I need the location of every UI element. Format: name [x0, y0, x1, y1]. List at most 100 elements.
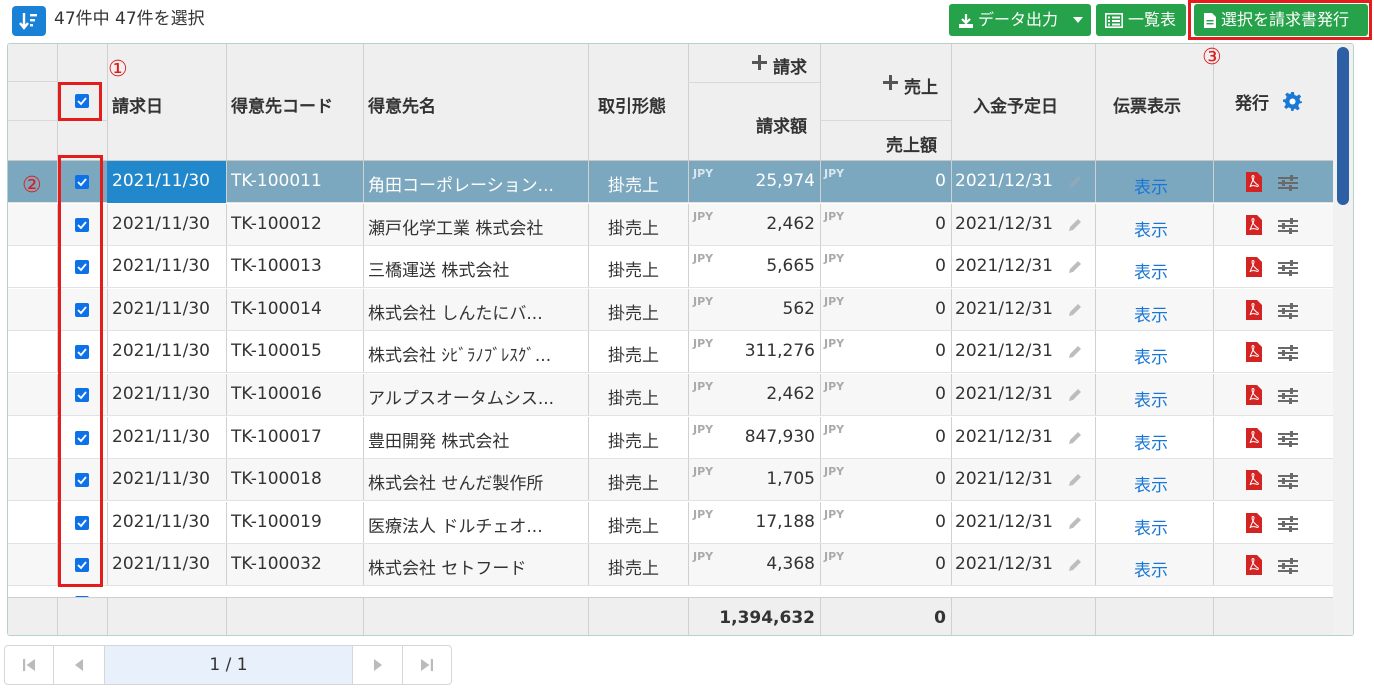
cell-customer-name: 株式会社 せんだ製作所 [368, 474, 544, 495]
show-slip-link[interactable]: 表示 [1134, 429, 1168, 454]
table-row[interactable]: 2021/11/30 TK-100012 瀬戸化学工業 株式会社 掛売上 JPY 2,46… [8, 203, 1333, 246]
table-row[interactable]: 2021/11/30 TK-100013 三橋運送 株式会社 掛売上 JPY 5,665 J… [8, 246, 1333, 289]
last-page-button[interactable] [403, 646, 451, 684]
check-icon [77, 476, 87, 485]
row-checkbox[interactable] [75, 175, 89, 189]
show-slip-link[interactable]: 表示 [1134, 556, 1168, 581]
options-button[interactable] [1278, 175, 1298, 195]
billing-expand-toggle[interactable] [752, 55, 767, 74]
table-row[interactable]: 2021/11/30 TK-100017 豊田開発 株式会社 掛売上 JPY 847,93… [8, 416, 1333, 459]
edit-due-date-button[interactable] [1067, 259, 1083, 279]
table-row[interactable]: 2021/11/30 TK-100019 医療法人 ドルチェオ... 掛売上 JPY 17… [8, 501, 1333, 544]
table-row[interactable]: 2021/11/30 TK-100014 株式会社 しんたにバ... 掛売上 JPY 56… [8, 288, 1333, 331]
table-row[interactable]: 2021/11/30 TK-100016 アルプスオータムシス... 掛売上 JPY 2,… [8, 374, 1333, 416]
pdf-button[interactable] [1246, 512, 1262, 537]
edit-due-date-button[interactable] [1067, 387, 1083, 407]
cell-sales-amount: 0 [935, 426, 946, 447]
table-row[interactable]: 2021/11/30 TK-100032 株式会社 セトフード 掛売上 JPY 4,368… [8, 544, 1333, 587]
export-button[interactable]: データ出力 [949, 4, 1091, 36]
pdf-icon [1246, 299, 1262, 320]
pdf-button[interactable] [1246, 299, 1262, 324]
row-checkbox[interactable] [75, 217, 89, 232]
cell-customer-code: TK-100032 [231, 554, 322, 575]
pdf-button[interactable] [1246, 342, 1262, 366]
cell-date: 2021/11/30 [112, 469, 210, 490]
check-icon [77, 178, 87, 187]
pdf-button[interactable] [1246, 257, 1262, 281]
header-transaction-type[interactable]: 取引形態 [598, 92, 666, 117]
cell-due-date: 2021/12/31 [955, 298, 1053, 319]
row-checkbox[interactable] [75, 345, 89, 360]
pdf-button[interactable] [1246, 172, 1262, 196]
table-row[interactable]: 2021/11/30 TK-100015 株式会社 ｼﾋﾞﾗﾉﾌﾞﾚｽｸﾞ... 掛売… [8, 331, 1333, 374]
first-page-button[interactable] [5, 646, 54, 684]
edit-due-date-button[interactable] [1067, 430, 1083, 450]
edit-due-date-button[interactable] [1067, 557, 1083, 577]
sales-expand-toggle[interactable] [883, 75, 898, 94]
pdf-icon [1246, 342, 1262, 363]
show-slip-link[interactable]: 表示 [1134, 343, 1168, 368]
edit-due-date-button[interactable] [1067, 217, 1083, 237]
cell-customer-name: 医療法人 ドルチェオ... [368, 516, 543, 537]
pdf-button[interactable] [1246, 385, 1262, 409]
cell-transaction-type: 掛売上 [608, 176, 659, 196]
header-customer-name[interactable]: 得意先名 [368, 92, 436, 117]
show-slip-link[interactable]: 表示 [1134, 216, 1168, 241]
row-checkbox[interactable] [75, 515, 89, 530]
header-sales-amount[interactable]: 売上額 [886, 131, 937, 156]
pdf-button[interactable] [1246, 214, 1262, 239]
options-button[interactable] [1278, 473, 1298, 493]
prev-page-button[interactable] [54, 646, 105, 684]
options-button[interactable] [1278, 558, 1298, 578]
edit-due-date-button[interactable] [1067, 344, 1083, 364]
issue-invoice-button[interactable]: 選択を請求書発行 [1194, 4, 1368, 36]
options-button[interactable] [1278, 430, 1298, 451]
show-slip-link[interactable]: 表示 [1134, 173, 1168, 198]
options-button[interactable] [1278, 388, 1298, 408]
pdf-button[interactable] [1246, 470, 1262, 494]
cell-date: 2021/11/30 [112, 298, 210, 319]
show-slip-link[interactable]: 表示 [1134, 258, 1168, 283]
show-slip-link[interactable]: 表示 [1134, 514, 1168, 539]
table-row[interactable]: 2021/11/30 TK-100018 株式会社 せんだ製作所 掛売上 JPY 1,70… [8, 459, 1333, 502]
row-checkbox[interactable] [75, 388, 89, 402]
options-button[interactable] [1278, 217, 1298, 238]
issue-settings-button[interactable] [1283, 92, 1302, 115]
plus-icon [883, 75, 898, 90]
edit-due-date-button[interactable] [1067, 472, 1083, 492]
cell-sales-amount: 0 [935, 384, 946, 404]
row-checkbox[interactable] [75, 430, 89, 445]
edit-due-date-button[interactable] [1067, 174, 1083, 194]
show-slip-link[interactable]: 表示 [1134, 471, 1168, 496]
edit-due-date-button[interactable] [1067, 302, 1083, 322]
table-row[interactable]: 2021/11/30 TK-100011 角田コーポレーション... 掛売上 JPY 25… [8, 161, 1333, 203]
pdf-button[interactable] [1246, 555, 1262, 579]
row-checkbox[interactable] [75, 260, 89, 275]
row-checkbox[interactable] [75, 558, 89, 573]
pdf-button[interactable] [1246, 427, 1262, 452]
first-page-icon [23, 659, 35, 671]
header-customer-code[interactable]: 得意先コード [231, 92, 333, 117]
cell-transaction-type: 掛売上 [608, 516, 659, 537]
pager: 1 / 1 [4, 645, 452, 685]
options-button[interactable] [1278, 260, 1298, 280]
row-checkbox[interactable] [75, 302, 89, 317]
options-button[interactable] [1278, 302, 1298, 323]
list-button[interactable]: 一覧表 [1096, 4, 1186, 36]
options-button[interactable] [1278, 515, 1298, 536]
select-all-checkbox[interactable] [75, 94, 89, 108]
pencil-icon [1069, 176, 1081, 188]
sort-button[interactable] [12, 6, 46, 36]
options-button[interactable] [1278, 345, 1298, 365]
show-slip-link[interactable]: 表示 [1134, 301, 1168, 326]
header-due-date[interactable]: 入金予定日 [973, 92, 1058, 117]
scrollbar-thumb[interactable] [1337, 47, 1349, 205]
show-slip-link[interactable]: 表示 [1134, 386, 1168, 411]
header-date[interactable]: 請求日 [112, 92, 163, 117]
next-page-button[interactable] [353, 646, 403, 684]
cell-customer-name: 瀬戸化学工業 株式会社 [368, 218, 544, 239]
header-billing-amount[interactable]: 請求額 [756, 112, 807, 137]
cell-customer-code: TK-100013 [231, 256, 322, 277]
edit-due-date-button[interactable] [1067, 515, 1083, 535]
row-checkbox[interactable] [75, 473, 89, 488]
